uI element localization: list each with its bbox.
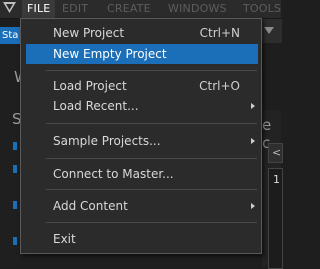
start-tab-label: Sta — [2, 30, 19, 41]
menu-item-exit[interactable]: Exit — [26, 229, 258, 249]
app-logo-icon[interactable] — [0, 0, 19, 18]
panel-link-mark — [13, 201, 17, 209]
file-menu-dropdown: New Project Ctrl+N New Empty Project Loa… — [20, 18, 262, 254]
menu-item-label: Add Content — [53, 199, 128, 213]
menu-file[interactable]: FILE — [22, 0, 56, 18]
menu-separator — [46, 158, 257, 159]
menu-separator — [46, 123, 257, 124]
menu-item-sample-projects[interactable]: Sample Projects... — [26, 131, 258, 151]
menu-item-new-empty-project[interactable]: New Empty Project — [26, 44, 258, 64]
right-panel-list: 1 — [268, 168, 283, 269]
panel-link-mark — [13, 165, 17, 173]
app-logo-glyph — [3, 2, 16, 13]
menu-item-label: Connect to Master... — [53, 167, 174, 181]
chevron-down-icon — [264, 27, 274, 34]
menu-separator — [46, 189, 257, 190]
menu-tools[interactable]: TOOLS — [243, 0, 281, 18]
menu-item-label: Load Project — [53, 79, 127, 93]
right-panel-nav-arrow: < — [272, 146, 282, 159]
menu-item-label: Sample Projects... — [53, 134, 161, 148]
menu-edit[interactable]: EDIT — [62, 0, 88, 18]
menu-separator — [46, 222, 257, 223]
menu-item-label: Exit — [53, 232, 76, 246]
menu-item-new-project[interactable]: New Project Ctrl+N — [26, 23, 258, 43]
panel-link-mark — [13, 142, 17, 150]
menu-separator — [46, 70, 257, 71]
submenu-arrow-icon — [251, 103, 255, 109]
menu-item-label: New Empty Project — [53, 47, 167, 61]
submenu-arrow-icon — [251, 138, 255, 144]
menu-item-connect-to-master[interactable]: Connect to Master... — [26, 164, 258, 184]
menu-item-shortcut: Ctrl+N — [199, 26, 240, 40]
right-panel-list-item: 1 — [273, 173, 280, 186]
menu-item-load-recent[interactable]: Load Recent... — [26, 96, 258, 116]
menu-create[interactable]: CREATE — [107, 0, 151, 18]
menu-item-label: Load Recent... — [53, 99, 139, 113]
menu-item-label: New Project — [53, 26, 125, 40]
menu-item-shortcut: Ctrl+O — [199, 79, 240, 93]
submenu-arrow-icon — [251, 203, 255, 209]
menu-item-add-content[interactable]: Add Content — [26, 196, 258, 216]
menubar: FILE EDIT CREATE WINDOWS TOOLS — [0, 0, 281, 19]
panel-link-mark — [13, 237, 17, 245]
right-panel-nav-button[interactable]: < — [268, 143, 283, 163]
menu-windows[interactable]: WINDOWS — [168, 0, 227, 18]
menu-item-load-project[interactable]: Load Project Ctrl+O — [26, 76, 258, 96]
